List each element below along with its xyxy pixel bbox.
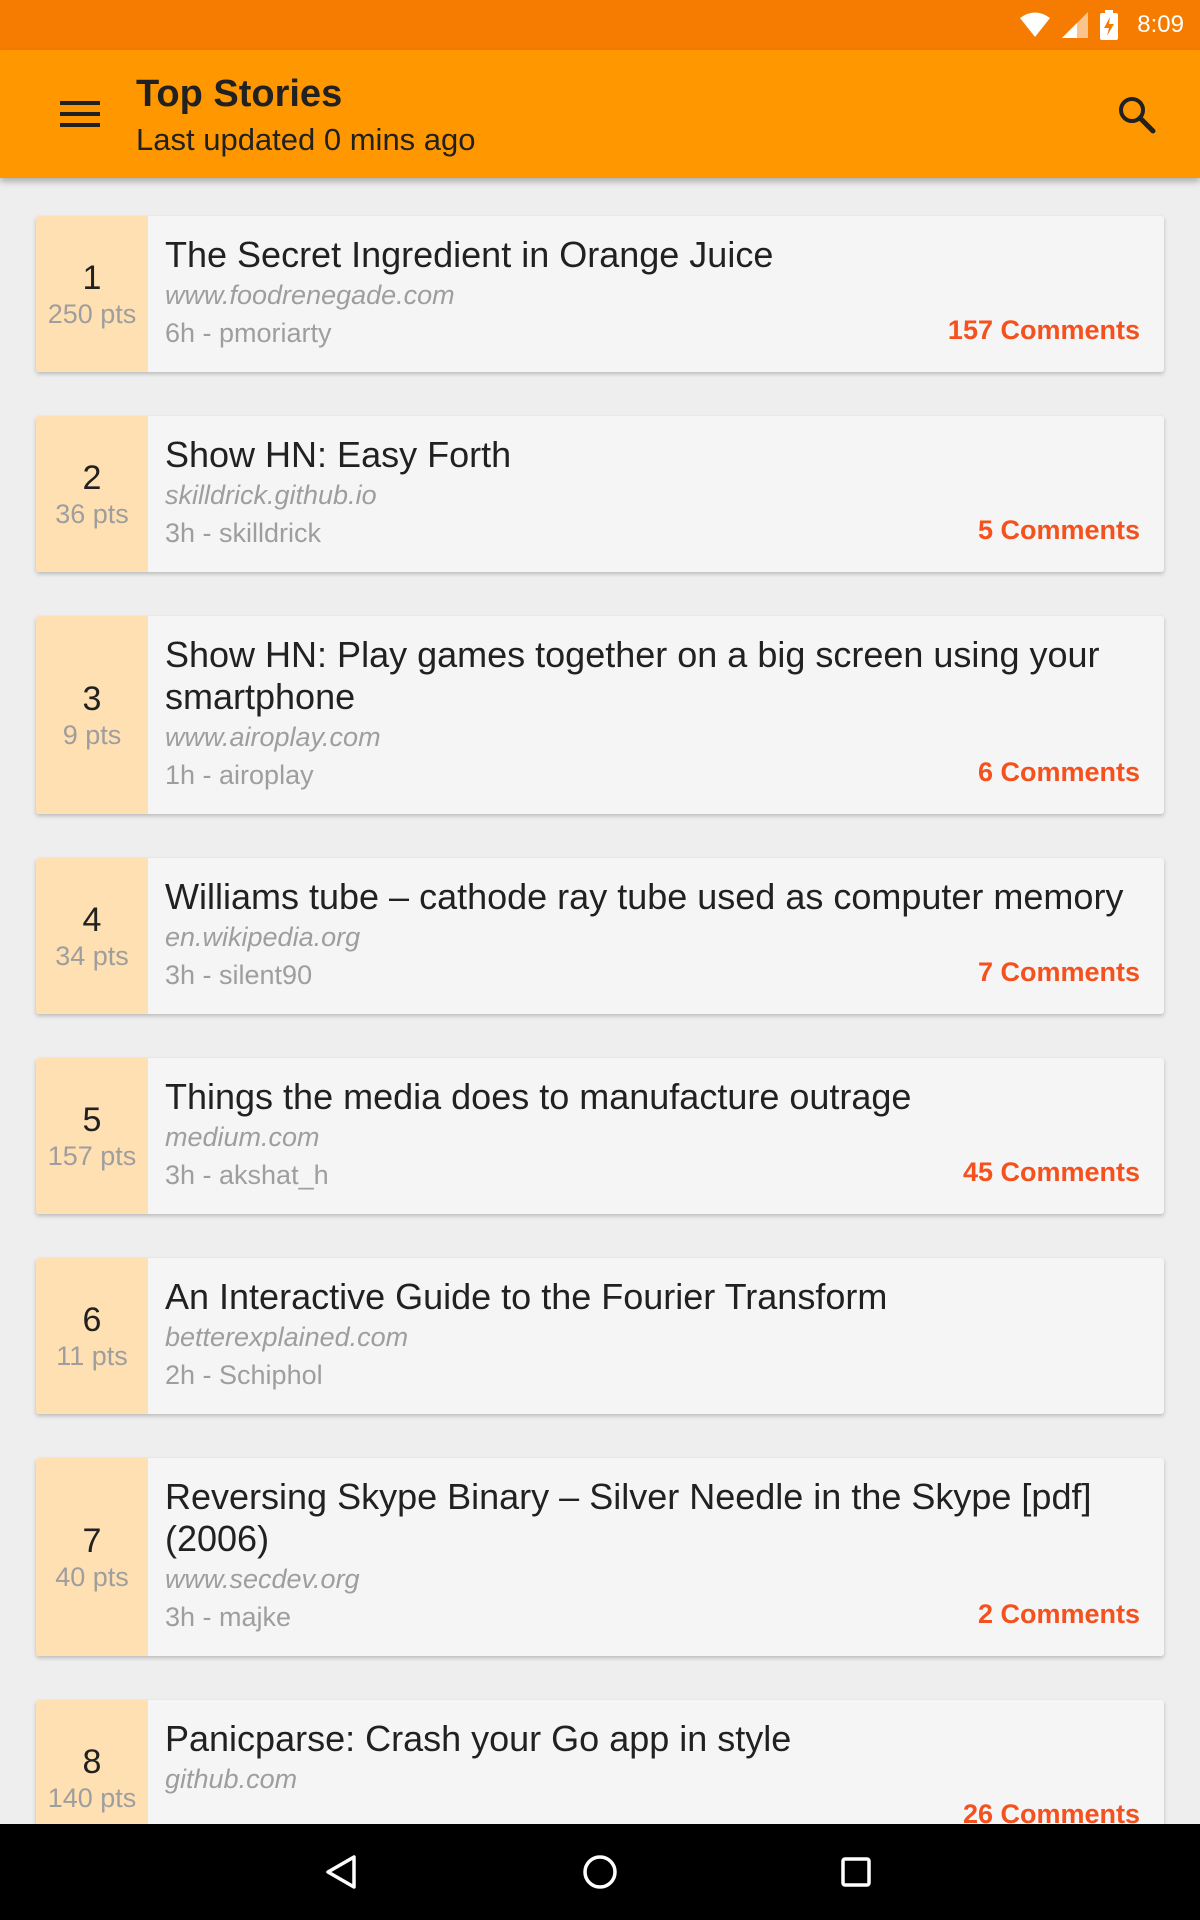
story-card[interactable]: 3 9 pts Show HN: Play games together on …	[36, 616, 1164, 814]
recents-button[interactable]	[830, 1846, 882, 1898]
story-points: 34 pts	[55, 940, 129, 971]
comments-link[interactable]: 7 Comments	[978, 957, 1140, 988]
story-meta: 2h - Schiphol	[165, 1360, 323, 1390]
story-title[interactable]: Panicparse: Crash your Go app in style	[165, 1718, 1140, 1760]
app-bar: Top Stories Last updated 0 mins ago	[0, 50, 1200, 178]
last-updated-text: Last updated 0 mins ago	[136, 122, 476, 157]
story-card[interactable]: 8 140 pts Panicparse: Crash your Go app …	[36, 1700, 1164, 1824]
story-title[interactable]: An Interactive Guide to the Fourier Tran…	[165, 1276, 1140, 1318]
back-icon	[326, 1855, 356, 1889]
story-rank: 5	[82, 1100, 102, 1139]
recents-icon	[841, 1857, 871, 1887]
story-domain: github.com	[165, 1764, 298, 1794]
story-body: Show HN: Easy Forth skilldrick.github.io…	[148, 416, 1164, 572]
story-card[interactable]: 5 157 pts Things the media does to manuf…	[36, 1058, 1164, 1214]
story-body: Things the media does to manufacture out…	[148, 1058, 1164, 1214]
comments-link[interactable]: 5 Comments	[978, 515, 1140, 546]
story-points: 36 pts	[55, 498, 129, 529]
rank-box: 6 11 pts	[36, 1258, 148, 1414]
story-body: An Interactive Guide to the Fourier Tran…	[148, 1258, 1164, 1414]
story-body: Reversing Skype Binary – Silver Needle i…	[148, 1458, 1164, 1656]
hamburger-menu-icon	[60, 101, 100, 127]
story-card[interactable]: 7 40 pts Reversing Skype Binary – Silver…	[36, 1458, 1164, 1656]
story-points: 157 pts	[47, 1140, 137, 1171]
rank-box: 7 40 pts	[36, 1458, 148, 1656]
story-title[interactable]: Show HN: Play games together on a big sc…	[165, 634, 1140, 718]
comments-link[interactable]: 26 Comments	[963, 1799, 1140, 1824]
rank-box: 8 140 pts	[36, 1700, 148, 1824]
battery-charging-icon	[1100, 10, 1119, 40]
story-card[interactable]: 2 36 pts Show HN: Easy Forth skilldrick.…	[36, 416, 1164, 572]
back-button[interactable]	[316, 1846, 368, 1898]
comments-link[interactable]: 6 Comments	[978, 757, 1140, 788]
story-domain: betterexplained.com	[165, 1322, 409, 1352]
story-domain: www.secdev.org	[165, 1564, 360, 1594]
menu-button[interactable]	[50, 88, 110, 140]
story-title[interactable]: Reversing Skype Binary – Silver Needle i…	[165, 1476, 1140, 1560]
status-icons: 8:09	[1019, 10, 1184, 40]
story-points: 140 pts	[47, 1782, 137, 1813]
story-body: Panicparse: Crash your Go app in style g…	[148, 1700, 1164, 1824]
story-body: The Secret Ingredient in Orange Juice ww…	[148, 216, 1164, 372]
comments-link[interactable]: 45 Comments	[963, 1157, 1140, 1188]
wifi-icon	[1020, 12, 1051, 37]
rank-box: 4 34 pts	[36, 858, 148, 1014]
story-rank: 8	[82, 1742, 102, 1781]
story-body: Williams tube – cathode ray tube used as…	[148, 858, 1164, 1014]
home-icon	[583, 1855, 617, 1889]
home-button[interactable]	[574, 1846, 626, 1898]
page-title: Top Stories	[136, 73, 343, 115]
story-rank: 2	[82, 458, 102, 497]
story-list: 1 250 pts The Secret Ingredient in Orang…	[36, 216, 1164, 1824]
story-card[interactable]: 4 34 pts Williams tube – cathode ray tub…	[36, 858, 1164, 1014]
story-domain: en.wikipedia.org	[165, 922, 361, 952]
story-title[interactable]: Things the media does to manufacture out…	[165, 1076, 1140, 1118]
cell-signal-icon	[1062, 12, 1089, 38]
story-points: 250 pts	[47, 298, 137, 329]
status-bar: 8:09	[0, 0, 1200, 50]
story-body: Show HN: Play games together on a big sc…	[148, 616, 1164, 814]
story-rank: 3	[82, 679, 102, 718]
story-domain: medium.com	[165, 1122, 320, 1152]
status-time: 8:09	[1137, 11, 1184, 38]
story-rank: 7	[82, 1521, 102, 1560]
rank-box: 3 9 pts	[36, 616, 148, 814]
title-block: Top Stories Last updated 0 mins ago	[136, 70, 476, 162]
story-title[interactable]: The Secret Ingredient in Orange Juice	[165, 234, 1140, 276]
rank-box: 2 36 pts	[36, 416, 148, 572]
navigation-bar	[0, 1824, 1200, 1920]
search-button[interactable]	[1106, 88, 1166, 140]
story-points: 9 pts	[62, 719, 122, 750]
comments-link[interactable]: 2 Comments	[978, 1599, 1140, 1630]
rank-box: 5 157 pts	[36, 1058, 148, 1214]
search-icon	[1119, 97, 1156, 134]
story-title[interactable]: Show HN: Easy Forth	[165, 434, 1140, 476]
story-card[interactable]: 1 250 pts The Secret Ingredient in Orang…	[36, 216, 1164, 372]
story-card[interactable]: 6 11 pts An Interactive Guide to the Fou…	[36, 1258, 1164, 1414]
story-points: 11 pts	[56, 1340, 128, 1371]
rank-box: 1 250 pts	[36, 216, 148, 372]
story-title[interactable]: Williams tube – cathode ray tube used as…	[165, 876, 1140, 918]
story-rank: 6	[82, 1300, 102, 1339]
story-rank: 1	[82, 258, 102, 297]
story-rank: 4	[82, 900, 102, 939]
story-domain: skilldrick.github.io	[165, 480, 377, 510]
story-list-container[interactable]: 1 250 pts The Secret Ingredient in Orang…	[0, 178, 1200, 1824]
story-domain: www.foodrenegade.com	[165, 280, 455, 310]
comments-link[interactable]: 157 Comments	[948, 315, 1140, 346]
story-points: 40 pts	[55, 1561, 129, 1592]
story-domain: www.airoplay.com	[165, 722, 381, 752]
